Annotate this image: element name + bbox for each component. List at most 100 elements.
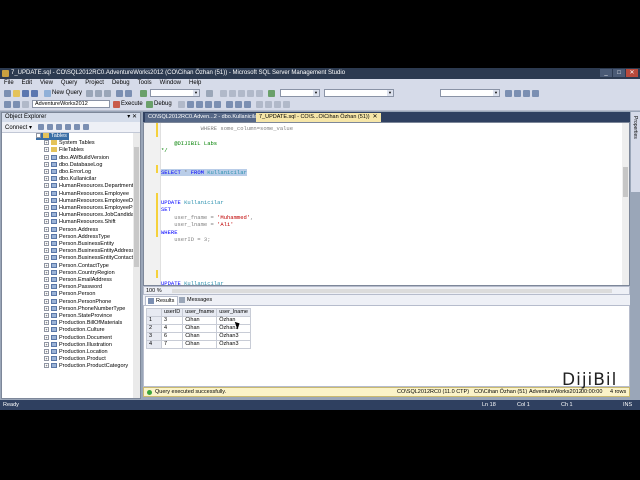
- save-icon[interactable]: [22, 90, 29, 97]
- expand-toggle-icon[interactable]: +: [44, 176, 49, 182]
- solution-config-combo[interactable]: ▼: [150, 89, 200, 97]
- tree-node[interactable]: + HumanResources.EmployeeDep: [44, 198, 134, 205]
- expand-toggle-icon[interactable]: +: [44, 219, 49, 225]
- tab-update-sql[interactable]: 7_UPDATE.sql - CO\S...O\Cihan Özhan (51)…: [256, 113, 381, 122]
- grid-cell[interactable]: 4: [160, 324, 184, 333]
- tab-messages[interactable]: Messages: [177, 296, 215, 304]
- tree-node[interactable]: + FileTables: [44, 147, 84, 154]
- toolbar-icon-1[interactable]: [220, 90, 227, 97]
- expand-toggle-icon[interactable]: −: [36, 133, 41, 139]
- grid-cell[interactable]: 6: [160, 332, 184, 341]
- properties-side-tab[interactable]: Properties: [630, 112, 640, 192]
- expand-toggle-icon[interactable]: +: [44, 313, 49, 319]
- expand-toggle-icon[interactable]: +: [44, 327, 49, 333]
- zoom-level[interactable]: 100 %: [146, 287, 162, 295]
- tree-node[interactable]: + Person.PhoneNumberType: [44, 306, 125, 313]
- expand-toggle-icon[interactable]: +: [44, 320, 49, 326]
- grid-cell[interactable]: 7: [160, 340, 184, 349]
- results-to-file-icon[interactable]: [244, 101, 251, 108]
- expand-toggle-icon[interactable]: +: [44, 255, 49, 261]
- menu-help[interactable]: Help: [189, 79, 201, 88]
- estimated-plan-icon[interactable]: [196, 101, 203, 108]
- grid-cell[interactable]: Özhan: [216, 316, 251, 325]
- results-grid[interactable]: userID user_fname user_lname 1 3 Cihan Özha…: [146, 308, 251, 349]
- new-query-button[interactable]: New Query: [52, 90, 82, 97]
- row-number-cell[interactable]: 1: [146, 316, 162, 325]
- tree-node[interactable]: + Production.Culture: [44, 327, 105, 334]
- expand-toggle-icon[interactable]: +: [44, 356, 49, 362]
- grid-cell[interactable]: Cihan: [182, 332, 218, 341]
- expand-toggle-icon[interactable]: +: [44, 262, 49, 268]
- expand-toggle-icon[interactable]: +: [44, 140, 49, 146]
- table-row[interactable]: 4 7 Cihan Özhan3: [146, 340, 251, 349]
- tree-node[interactable]: + Person.ContactType: [44, 263, 109, 270]
- tree-node[interactable]: + Person.BusinessEntityAddress: [44, 248, 134, 255]
- menu-debug[interactable]: Debug: [112, 79, 130, 88]
- tree-node[interactable]: + Production.Location: [44, 349, 108, 356]
- tree-node[interactable]: + Person.AddressType: [44, 234, 110, 241]
- expand-toggle-icon[interactable]: +: [44, 233, 49, 239]
- tree-node[interactable]: + Person.Person: [44, 291, 95, 298]
- minimize-button[interactable]: _: [600, 69, 612, 77]
- menu-query[interactable]: Query: [61, 79, 77, 88]
- tab-results[interactable]: Results: [145, 296, 179, 305]
- start-debugging-icon[interactable]: [140, 90, 147, 97]
- debug-icon[interactable]: [146, 101, 153, 108]
- find-combo[interactable]: ▼: [440, 89, 500, 97]
- debug-target-combo[interactable]: ▼: [280, 89, 320, 97]
- tree-node[interactable]: + HumanResources.Department: [44, 183, 133, 190]
- tree-node[interactable]: + HumanResources.EmployeePay: [44, 205, 134, 212]
- redo-icon[interactable]: [125, 90, 132, 97]
- grid-cell[interactable]: Özhan3: [216, 340, 251, 349]
- connect-button[interactable]: Connect ▾: [5, 124, 32, 131]
- tree-node[interactable]: + dbo.DatabaseLog: [44, 162, 102, 169]
- expand-toggle-icon[interactable]: +: [44, 205, 49, 211]
- grid-cell[interactable]: Cihan: [182, 340, 218, 349]
- menu-window[interactable]: Window: [160, 79, 181, 88]
- intellisense-icon[interactable]: [214, 101, 221, 108]
- grid-cell[interactable]: Cihan: [182, 316, 218, 325]
- refresh-icon[interactable]: [74, 124, 80, 130]
- expand-toggle-icon[interactable]: +: [44, 291, 49, 297]
- tree-node[interactable]: + dbo.Kullanicilar: [44, 176, 96, 183]
- toolbar-icon-5[interactable]: [256, 90, 263, 97]
- outdent-icon[interactable]: [283, 101, 290, 108]
- column-header[interactable]: user_fname: [182, 308, 218, 317]
- debug-button[interactable]: Debug: [154, 101, 172, 108]
- tree-node[interactable]: − Tables: [36, 133, 69, 140]
- close-tab-icon[interactable]: ✕: [373, 114, 378, 120]
- stop-icon[interactable]: [56, 124, 62, 130]
- disconnect-icon[interactable]: [22, 101, 29, 108]
- expand-toggle-icon[interactable]: +: [44, 248, 49, 254]
- grid-cell[interactable]: 3: [160, 316, 184, 325]
- connect-icon[interactable]: [4, 101, 11, 108]
- query-editor[interactable]: WHERE some_column=some_value @DIJIBIL La…: [143, 122, 630, 286]
- find-icon[interactable]: [206, 90, 213, 97]
- expand-toggle-icon[interactable]: +: [44, 147, 49, 153]
- comment-icon[interactable]: [256, 101, 263, 108]
- expand-toggle-icon[interactable]: +: [44, 349, 49, 355]
- parse-icon[interactable]: [187, 101, 194, 108]
- search-combo[interactable]: ▼: [324, 89, 394, 97]
- database-selector[interactable]: AdventureWorks2012: [32, 100, 110, 108]
- menu-tools[interactable]: Tools: [138, 79, 152, 88]
- tree-node[interactable]: + dbo.ErrorLog: [44, 169, 91, 176]
- results-to-text-icon[interactable]: [226, 101, 233, 108]
- tab-kullanicilar-table[interactable]: CO\SQL2012RC0.Adven...2 - dbo.Kullanicil…: [145, 113, 262, 122]
- disconnect-plug-icon[interactable]: [47, 124, 53, 130]
- connect-plug-icon[interactable]: [38, 124, 44, 130]
- tree-node[interactable]: + Production.BillOfMaterials: [44, 320, 122, 327]
- play-icon[interactable]: [268, 90, 275, 97]
- tree-node[interactable]: + Person.BusinessEntityContact: [44, 255, 133, 262]
- editor-scrollbar[interactable]: [622, 123, 629, 285]
- query-designer-icon[interactable]: [205, 101, 212, 108]
- expand-toggle-icon[interactable]: +: [44, 341, 49, 347]
- expand-toggle-icon[interactable]: +: [44, 284, 49, 290]
- scrollbar-thumb[interactable]: [623, 167, 628, 197]
- expand-toggle-icon[interactable]: +: [44, 298, 49, 304]
- object-explorer-icon[interactable]: [532, 90, 539, 97]
- solution-explorer-icon[interactable]: [505, 90, 512, 97]
- maximize-button[interactable]: □: [613, 69, 625, 77]
- tree-node[interactable]: + System Tables: [44, 140, 95, 147]
- row-number-cell[interactable]: 2: [146, 324, 162, 333]
